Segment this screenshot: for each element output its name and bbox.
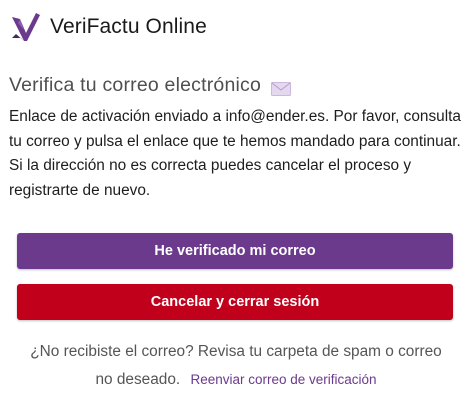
verified-email-button[interactable]: He verificado mi correo [17, 233, 453, 269]
app-title: VeriFactu Online [50, 15, 207, 38]
page-title: Verifica tu correo electrónico [9, 74, 262, 96]
verification-page: VeriFactu Online Verifica tu correo elec… [0, 0, 472, 401]
help-text-block: ¿No recibiste el correo? Revisa tu carpe… [20, 338, 452, 394]
verifactu-logo-icon [10, 11, 42, 43]
resend-verification-link[interactable]: Reenviar correo de verificación [190, 372, 376, 387]
envelope-icon [271, 79, 292, 96]
cancel-logout-button[interactable]: Cancelar y cerrar sesión [17, 284, 453, 320]
activation-message: Enlace de activación enviado a info@ende… [9, 108, 461, 199]
verify-email-heading: Verifica tu correo electrónico [9, 74, 292, 97]
app-header: VeriFactu Online [10, 10, 207, 44]
